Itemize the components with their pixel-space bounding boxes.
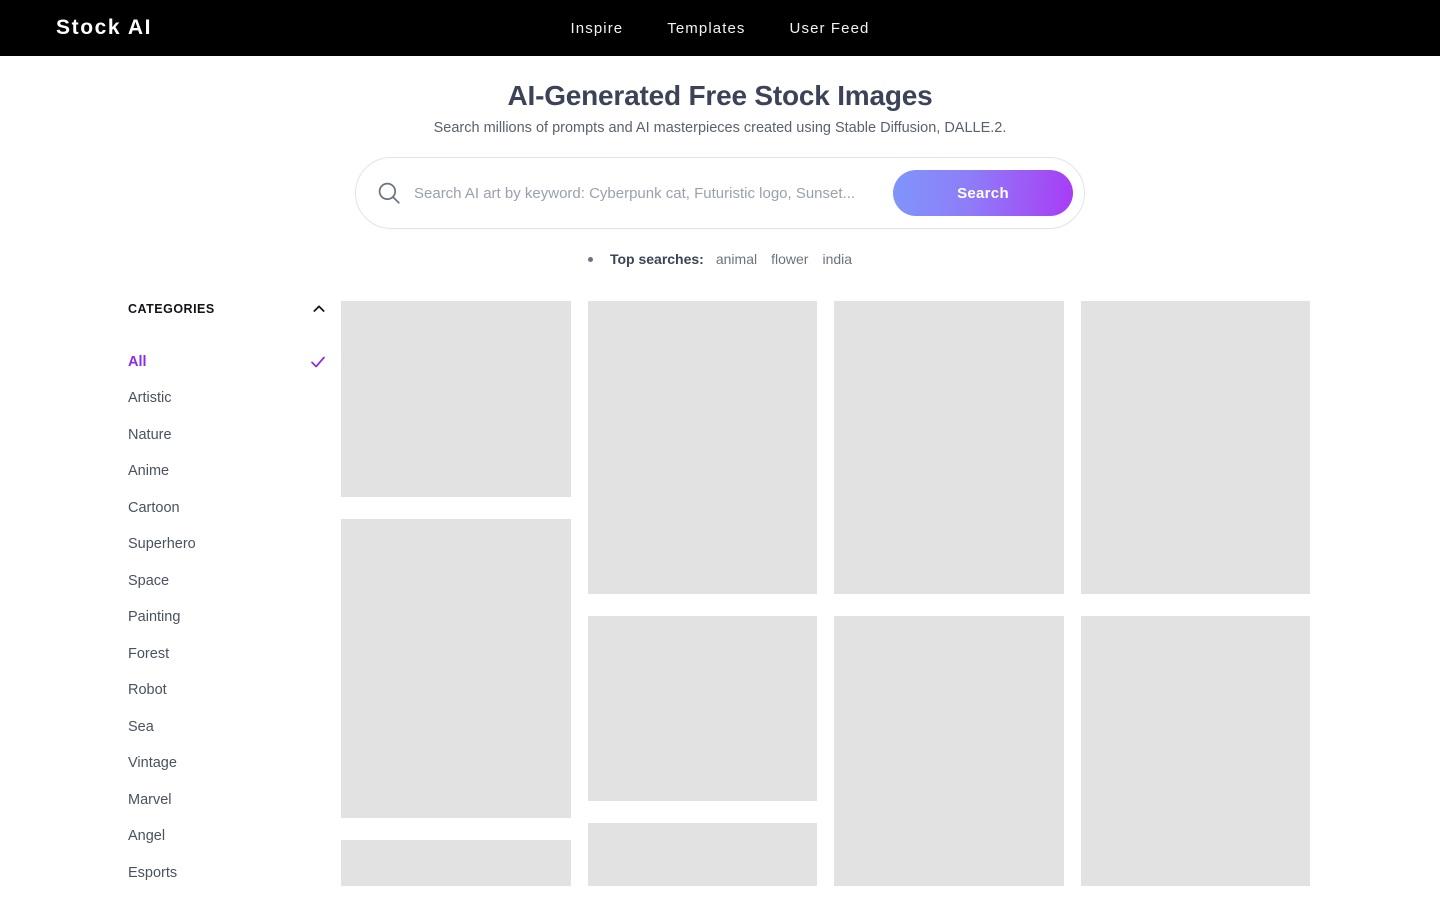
category-label: Marvel: [128, 791, 172, 808]
category-label: Space: [128, 572, 170, 589]
category-label: Painting: [128, 609, 181, 626]
category-label: Anime: [128, 463, 170, 480]
page-title: AI-Generated Free Stock Images: [507, 80, 933, 111]
page-subtitle: Search millions of prompts and AI master…: [433, 120, 1007, 137]
image-placeholder[interactable]: [1080, 301, 1310, 595]
category-item-cartoon[interactable]: Cartoon: [128, 489, 341, 526]
category-label: Cartoon: [128, 499, 180, 516]
category-label: Vintage: [128, 755, 177, 772]
top-searches-label: Top searches:: [609, 251, 704, 268]
category-label: Esports: [128, 864, 178, 881]
image-placeholder[interactable]: [587, 301, 817, 595]
bullet-icon: [587, 256, 593, 262]
check-icon: [309, 353, 327, 371]
categories-header[interactable]: CATEGORIES: [128, 301, 341, 317]
search-input[interactable]: [410, 171, 893, 216]
top-search-link-animal[interactable]: animal: [716, 251, 757, 267]
category-label: Forest: [128, 645, 170, 662]
search-button[interactable]: Search: [893, 170, 1073, 217]
category-item-sea[interactable]: Sea: [128, 708, 341, 745]
nav-link-user-feed[interactable]: User Feed: [790, 20, 870, 37]
categories-sidebar: CATEGORIES All Artistic Nature Anime Car…: [128, 301, 341, 886]
top-search-link-flower[interactable]: flower: [771, 251, 808, 267]
category-item-anime[interactable]: Anime: [128, 453, 341, 490]
image-gallery-grid: [341, 301, 1440, 887]
image-placeholder[interactable]: [341, 519, 571, 819]
category-label: Superhero: [128, 536, 196, 553]
category-item-artistic[interactable]: Artistic: [128, 380, 341, 417]
category-item-angel[interactable]: Angel: [128, 818, 341, 855]
image-placeholder[interactable]: [834, 301, 1064, 595]
image-placeholder[interactable]: [341, 301, 571, 498]
categories-title: CATEGORIES: [128, 302, 215, 317]
category-item-painting[interactable]: Painting: [128, 599, 341, 636]
category-item-marvel[interactable]: Marvel: [128, 781, 341, 818]
hero-section: AI-Generated Free Stock Images Search mi…: [0, 56, 1440, 267]
nav-links: Inspire Templates User Feed: [0, 20, 1440, 37]
top-searches: Top searches: animal flower india: [0, 251, 1440, 267]
gallery-column: [587, 301, 817, 887]
top-search-link-india[interactable]: india: [822, 251, 852, 267]
category-item-vintage[interactable]: Vintage: [128, 745, 341, 782]
search-icon: [376, 180, 402, 206]
gallery-column: [834, 301, 1064, 887]
category-item-forest[interactable]: Forest: [128, 635, 341, 672]
category-label: All: [128, 353, 147, 370]
category-label: Angel: [128, 828, 166, 845]
content-area: CATEGORIES All Artistic Nature Anime Car…: [0, 301, 1440, 887]
image-placeholder[interactable]: [1080, 616, 1310, 887]
category-label: Nature: [128, 426, 172, 443]
search-bar: Search: [355, 157, 1085, 230]
chevron-up-icon[interactable]: [311, 301, 327, 317]
categories-list: All Artistic Nature Anime Cartoon Superh…: [128, 343, 341, 891]
category-item-space[interactable]: Space: [128, 562, 341, 599]
image-placeholder[interactable]: [587, 616, 817, 802]
nav-link-inspire[interactable]: Inspire: [571, 20, 624, 37]
category-label: Artistic: [128, 390, 172, 407]
category-item-nature[interactable]: Nature: [128, 416, 341, 453]
category-item-robot[interactable]: Robot: [128, 672, 341, 709]
category-label: Robot: [128, 682, 167, 699]
category-item-superhero[interactable]: Superhero: [128, 526, 341, 563]
category-item-all[interactable]: All: [128, 343, 341, 380]
gallery-column: [341, 301, 571, 887]
gallery-column: [1080, 301, 1310, 887]
image-placeholder[interactable]: [834, 616, 1064, 887]
image-placeholder[interactable]: [341, 840, 571, 887]
category-item-esports[interactable]: Esports: [128, 854, 341, 891]
image-placeholder[interactable]: [587, 823, 817, 887]
nav-link-templates[interactable]: Templates: [667, 20, 745, 37]
category-label: Sea: [128, 718, 154, 735]
top-navbar: Stock AI Inspire Templates User Feed: [0, 0, 1440, 56]
